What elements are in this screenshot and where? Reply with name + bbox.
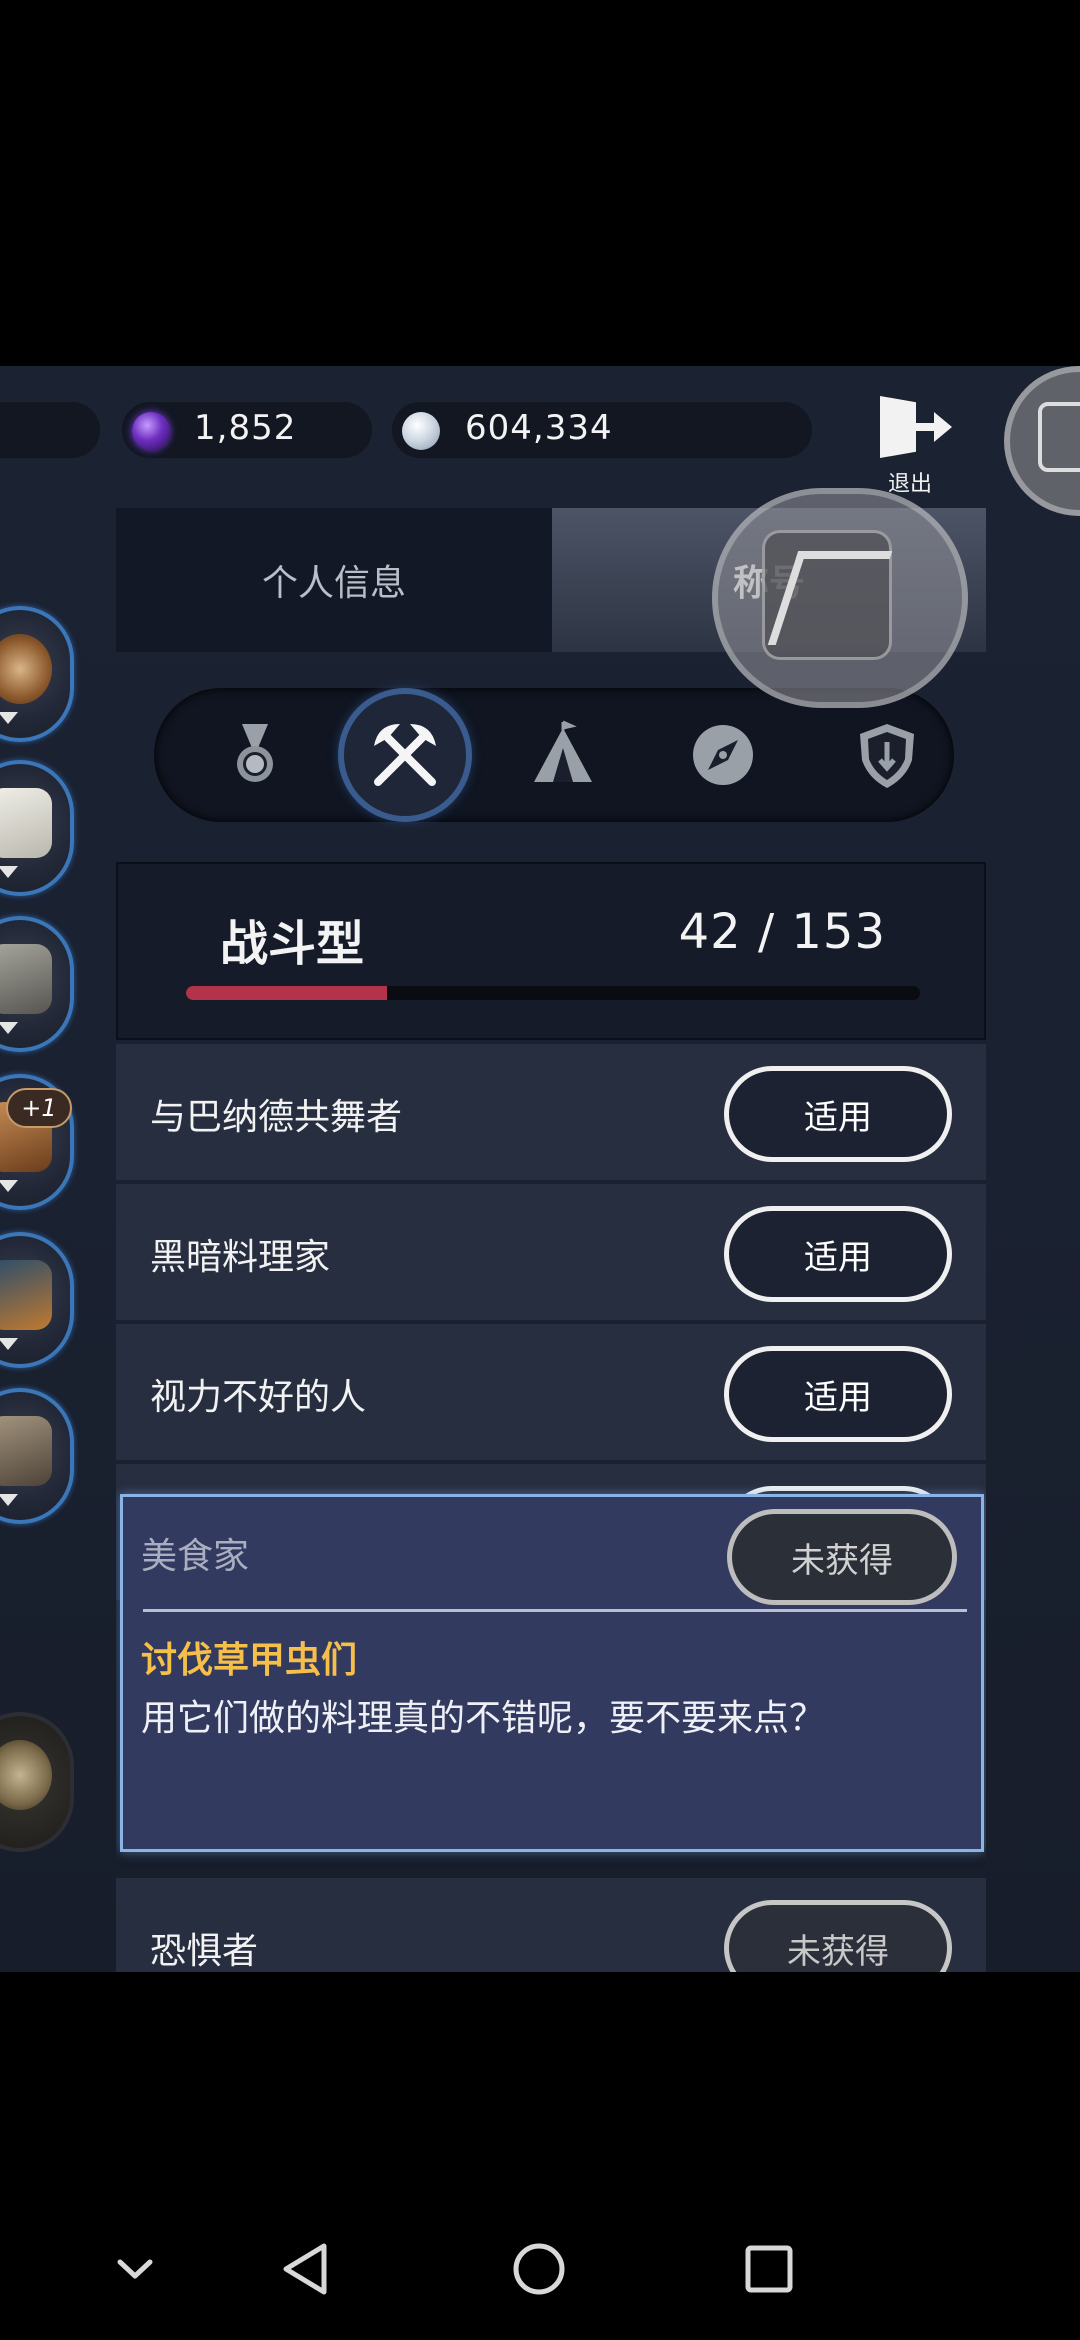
avatar-plus-badge: +1	[6, 1088, 72, 1128]
nav-back-button[interactable]	[274, 2234, 344, 2304]
title-name: 与巴纳德共舞者	[150, 1097, 403, 1138]
compass-icon	[693, 725, 753, 785]
category-exploration[interactable]	[670, 702, 776, 808]
expand-arrow-icon	[0, 866, 18, 878]
category-bar	[154, 688, 954, 822]
tab-profile[interactable]: 个人信息	[116, 508, 552, 652]
apply-button[interactable]: 适用	[724, 1206, 952, 1302]
chevron-down-icon	[117, 2259, 153, 2279]
back-triangle-icon	[283, 2243, 327, 2295]
title-panel: 个人信息 称号	[116, 508, 986, 1972]
crossed-weapons-icon	[374, 724, 436, 786]
category-combat[interactable]	[338, 688, 472, 822]
game-screen: 1,852 604,334 退出 +1 个人信息 称号	[0, 366, 1080, 1972]
expand-arrow-icon	[0, 1338, 18, 1350]
floating-overlay-button[interactable]	[712, 488, 968, 708]
expand-arrow-icon	[0, 712, 18, 724]
character-avatar[interactable]	[0, 606, 74, 742]
character-avatar[interactable]	[0, 1712, 74, 1852]
character-avatar[interactable]	[0, 760, 74, 896]
character-portrait	[0, 944, 52, 1014]
exit-button[interactable]: 退出	[874, 396, 964, 497]
tooltip-condition: 讨伐草甲虫们	[141, 1640, 358, 1681]
purple-gem-icon	[132, 412, 170, 450]
title-list[interactable]: 与巴纳德共舞者 适用 黑暗料理家 适用 视力不好的人 适用 鹰眼 适用 恐惧者 …	[116, 1044, 986, 1972]
home-circle-icon	[513, 2243, 565, 2295]
nav-collapse-button[interactable]	[100, 2234, 170, 2304]
nav-home-button[interactable]	[504, 2234, 574, 2304]
system-nav-bar	[0, 2198, 1080, 2340]
apply-button[interactable]: 适用	[724, 1346, 952, 1442]
nav-recents-button[interactable]	[734, 2234, 804, 2304]
character-avatar[interactable]	[0, 1388, 74, 1524]
recents-square-icon	[745, 2245, 793, 2293]
character-avatar[interactable]	[0, 916, 74, 1052]
category-medal[interactable]	[202, 702, 308, 808]
title-name: 恐惧者	[150, 1931, 259, 1972]
progress-bar-fill	[186, 986, 388, 1000]
exit-arrow-icon	[908, 412, 958, 442]
progress-bar	[186, 986, 920, 1000]
tooltip-title-name: 美食家	[141, 1536, 250, 1577]
character-portrait	[0, 1260, 52, 1330]
expand-arrow-icon	[0, 1022, 18, 1034]
category-camp[interactable]	[510, 702, 616, 808]
gem-count: 1,852	[194, 408, 297, 448]
category-defense[interactable]	[834, 702, 940, 808]
category-progress: 战斗型 42 / 153	[116, 862, 986, 1040]
tooltip-divider	[143, 1609, 967, 1612]
list-item: 恐惧者 未获得	[116, 1878, 986, 1972]
title-name: 黑暗料理家	[150, 1237, 331, 1278]
list-item: 黑暗料理家 适用	[116, 1184, 986, 1322]
coin-count: 604,334	[465, 408, 613, 448]
floating-window-icon	[1038, 402, 1080, 472]
tooltip-description: 用它们做的料理真的不错呢，要不要来点？	[141, 1698, 826, 1739]
expand-arrow-icon	[0, 1494, 18, 1506]
expand-arrow-icon	[0, 1180, 18, 1192]
character-avatar[interactable]	[0, 1232, 74, 1368]
character-portrait	[0, 1416, 52, 1486]
currency-pill-left	[0, 402, 100, 458]
exit-label: 退出	[888, 472, 933, 497]
floating-window-icon	[762, 530, 892, 660]
medal-icon	[237, 724, 273, 782]
character-portrait	[0, 788, 52, 858]
category-count: 42 / 153	[678, 904, 886, 960]
silver-coin-icon	[402, 412, 440, 450]
tent-icon	[534, 720, 592, 782]
title-tooltip: 美食家 未获得 讨伐草甲虫们 用它们做的料理真的不错呢，要不要来点？	[120, 1494, 984, 1852]
locked-button[interactable]: 未获得	[727, 1509, 957, 1605]
apply-button[interactable]: 适用	[724, 1066, 952, 1162]
locked-button[interactable]: 未获得	[724, 1900, 952, 1972]
list-item: 视力不好的人 适用	[116, 1324, 986, 1462]
category-title: 战斗型	[220, 916, 365, 972]
list-item: 与巴纳德共舞者 适用	[116, 1044, 986, 1182]
floating-assist-button[interactable]	[1004, 366, 1080, 516]
shield-icon	[860, 724, 914, 788]
title-name: 视力不好的人	[150, 1377, 367, 1418]
